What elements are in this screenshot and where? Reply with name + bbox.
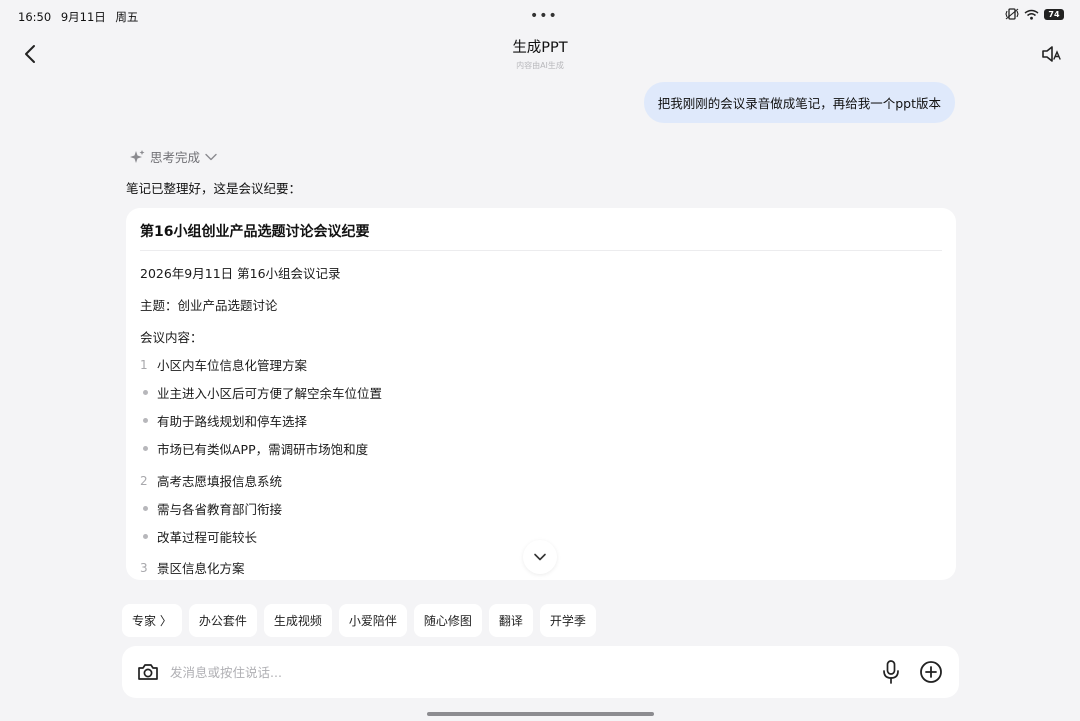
list-item-text: 改革过程可能较长 (157, 530, 258, 545)
list-item-text: 需与各省教育部门衔接 (157, 502, 283, 517)
list-item: 业主进入小区后可方便了解空余车位位置 (140, 383, 382, 402)
assistant-reply-intro: 笔记已整理好，这是会议纪要： (126, 181, 302, 196)
status-weekday: 周五 (115, 10, 139, 24)
chip-photo-edit[interactable]: 随心修图 (413, 604, 482, 637)
scroll-down-button[interactable] (523, 540, 557, 574)
thinking-label: 思考完成 (150, 150, 201, 165)
thinking-toggle[interactable]: 思考完成 (128, 147, 218, 166)
chip-expert[interactable]: 专家 〉 (122, 604, 182, 637)
bullet-icon (140, 506, 157, 511)
list-item: 3 景区信息化方案 (140, 558, 245, 577)
note-date-line: 2026年9月11日 第16小组会议记录 (140, 266, 341, 281)
battery-icon: 74 (1044, 8, 1064, 20)
sparkle-icon (130, 149, 145, 163)
speaker-icon (1042, 46, 1061, 62)
list-number: 2 (140, 473, 148, 488)
status-datetime: 16:50 9月11日 周五 (18, 9, 144, 25)
meeting-notes-card[interactable]: 第16小组创业产品选题讨论会议纪要 2026年9月11日 第16小组会议记录 主… (126, 208, 956, 580)
chip-translate[interactable]: 翻译 (488, 604, 533, 637)
bullet-icon (140, 534, 157, 539)
vibrate-icon (1005, 8, 1019, 20)
chip-generate-video[interactable]: 生成视频 (263, 604, 332, 637)
note-content-label: 会议内容： (140, 330, 203, 345)
list-number: 1 (140, 357, 148, 372)
list-item: 有助于路线规划和停车选择 (140, 411, 307, 430)
status-time: 16:50 (18, 10, 52, 24)
note-title: 第16小组创业产品选题讨论会议纪要 (140, 224, 370, 240)
list-item: 改革过程可能较长 (140, 527, 257, 546)
wifi-icon (1024, 9, 1039, 20)
list-item-text: 高考志愿填报信息系统 (157, 474, 283, 489)
page-title: 生成PPT (512, 40, 568, 56)
app-root: 16:50 9月11日 周五 ••• 74 生成PPT 内容由AI生成 把我刚刚… (0, 0, 1080, 721)
list-item: 2 高考志愿填报信息系统 (140, 471, 282, 490)
note-divider (140, 250, 942, 251)
plus-circle-icon (920, 661, 942, 683)
top-header: 生成PPT 内容由AI生成 (0, 32, 1080, 76)
home-indicator[interactable] (427, 712, 654, 716)
bullet-icon (140, 418, 157, 423)
ai-disclaimer: 内容由AI生成 (516, 61, 564, 70)
list-item-text: 业主进入小区后可方便了解空余车位位置 (157, 386, 383, 401)
chip-back-to-school[interactable]: 开学季 (539, 604, 596, 637)
user-message-bubble[interactable]: 把我刚刚的会议录音做成笔记，再给我一个ppt版本 (643, 82, 955, 123)
message-composer (122, 646, 959, 698)
list-item-text: 小区内车位信息化管理方案 (157, 358, 308, 373)
list-item-text: 有助于路线规划和停车选择 (157, 414, 308, 429)
list-item: 1 小区内车位信息化管理方案 (140, 355, 307, 374)
list-item: 市场已有类似APP，需调研市场饱和度 (140, 439, 368, 458)
chevron-down-icon (534, 553, 546, 561)
bullet-icon (140, 446, 157, 451)
camera-icon (138, 664, 158, 680)
status-icons: 74 (1005, 8, 1064, 20)
quick-action-chips: 专家 〉 办公套件 生成视频 小爱陪伴 随心修图 翻译 开学季 (122, 604, 596, 637)
list-item-text: 景区信息化方案 (157, 561, 245, 576)
note-topic-line: 主题：创业产品选题讨论 (140, 298, 278, 313)
read-aloud-button[interactable] (1038, 40, 1066, 68)
attach-more-button[interactable] (918, 659, 944, 685)
list-number: 3 (140, 560, 148, 575)
list-item-text: 市场已有类似APP，需调研市场饱和度 (157, 442, 369, 457)
title-block: 生成PPT 内容由AI生成 (0, 36, 1080, 71)
list-item: 需与各省教育部门衔接 (140, 499, 282, 518)
camera-button[interactable] (136, 660, 160, 684)
chip-office-suite[interactable]: 办公套件 (188, 604, 257, 637)
chip-xiaoai-companion[interactable]: 小爱陪伴 (338, 604, 407, 637)
bullet-icon (140, 390, 157, 395)
status-date: 9月11日 (60, 10, 106, 24)
multitask-dots-icon[interactable]: ••• (530, 8, 558, 24)
message-input[interactable] (170, 660, 850, 684)
voice-input-button[interactable] (879, 659, 903, 685)
microphone-icon (883, 660, 899, 684)
status-bar: 16:50 9月11日 周五 ••• 74 (0, 0, 1080, 32)
chevron-down-icon (205, 153, 217, 160)
